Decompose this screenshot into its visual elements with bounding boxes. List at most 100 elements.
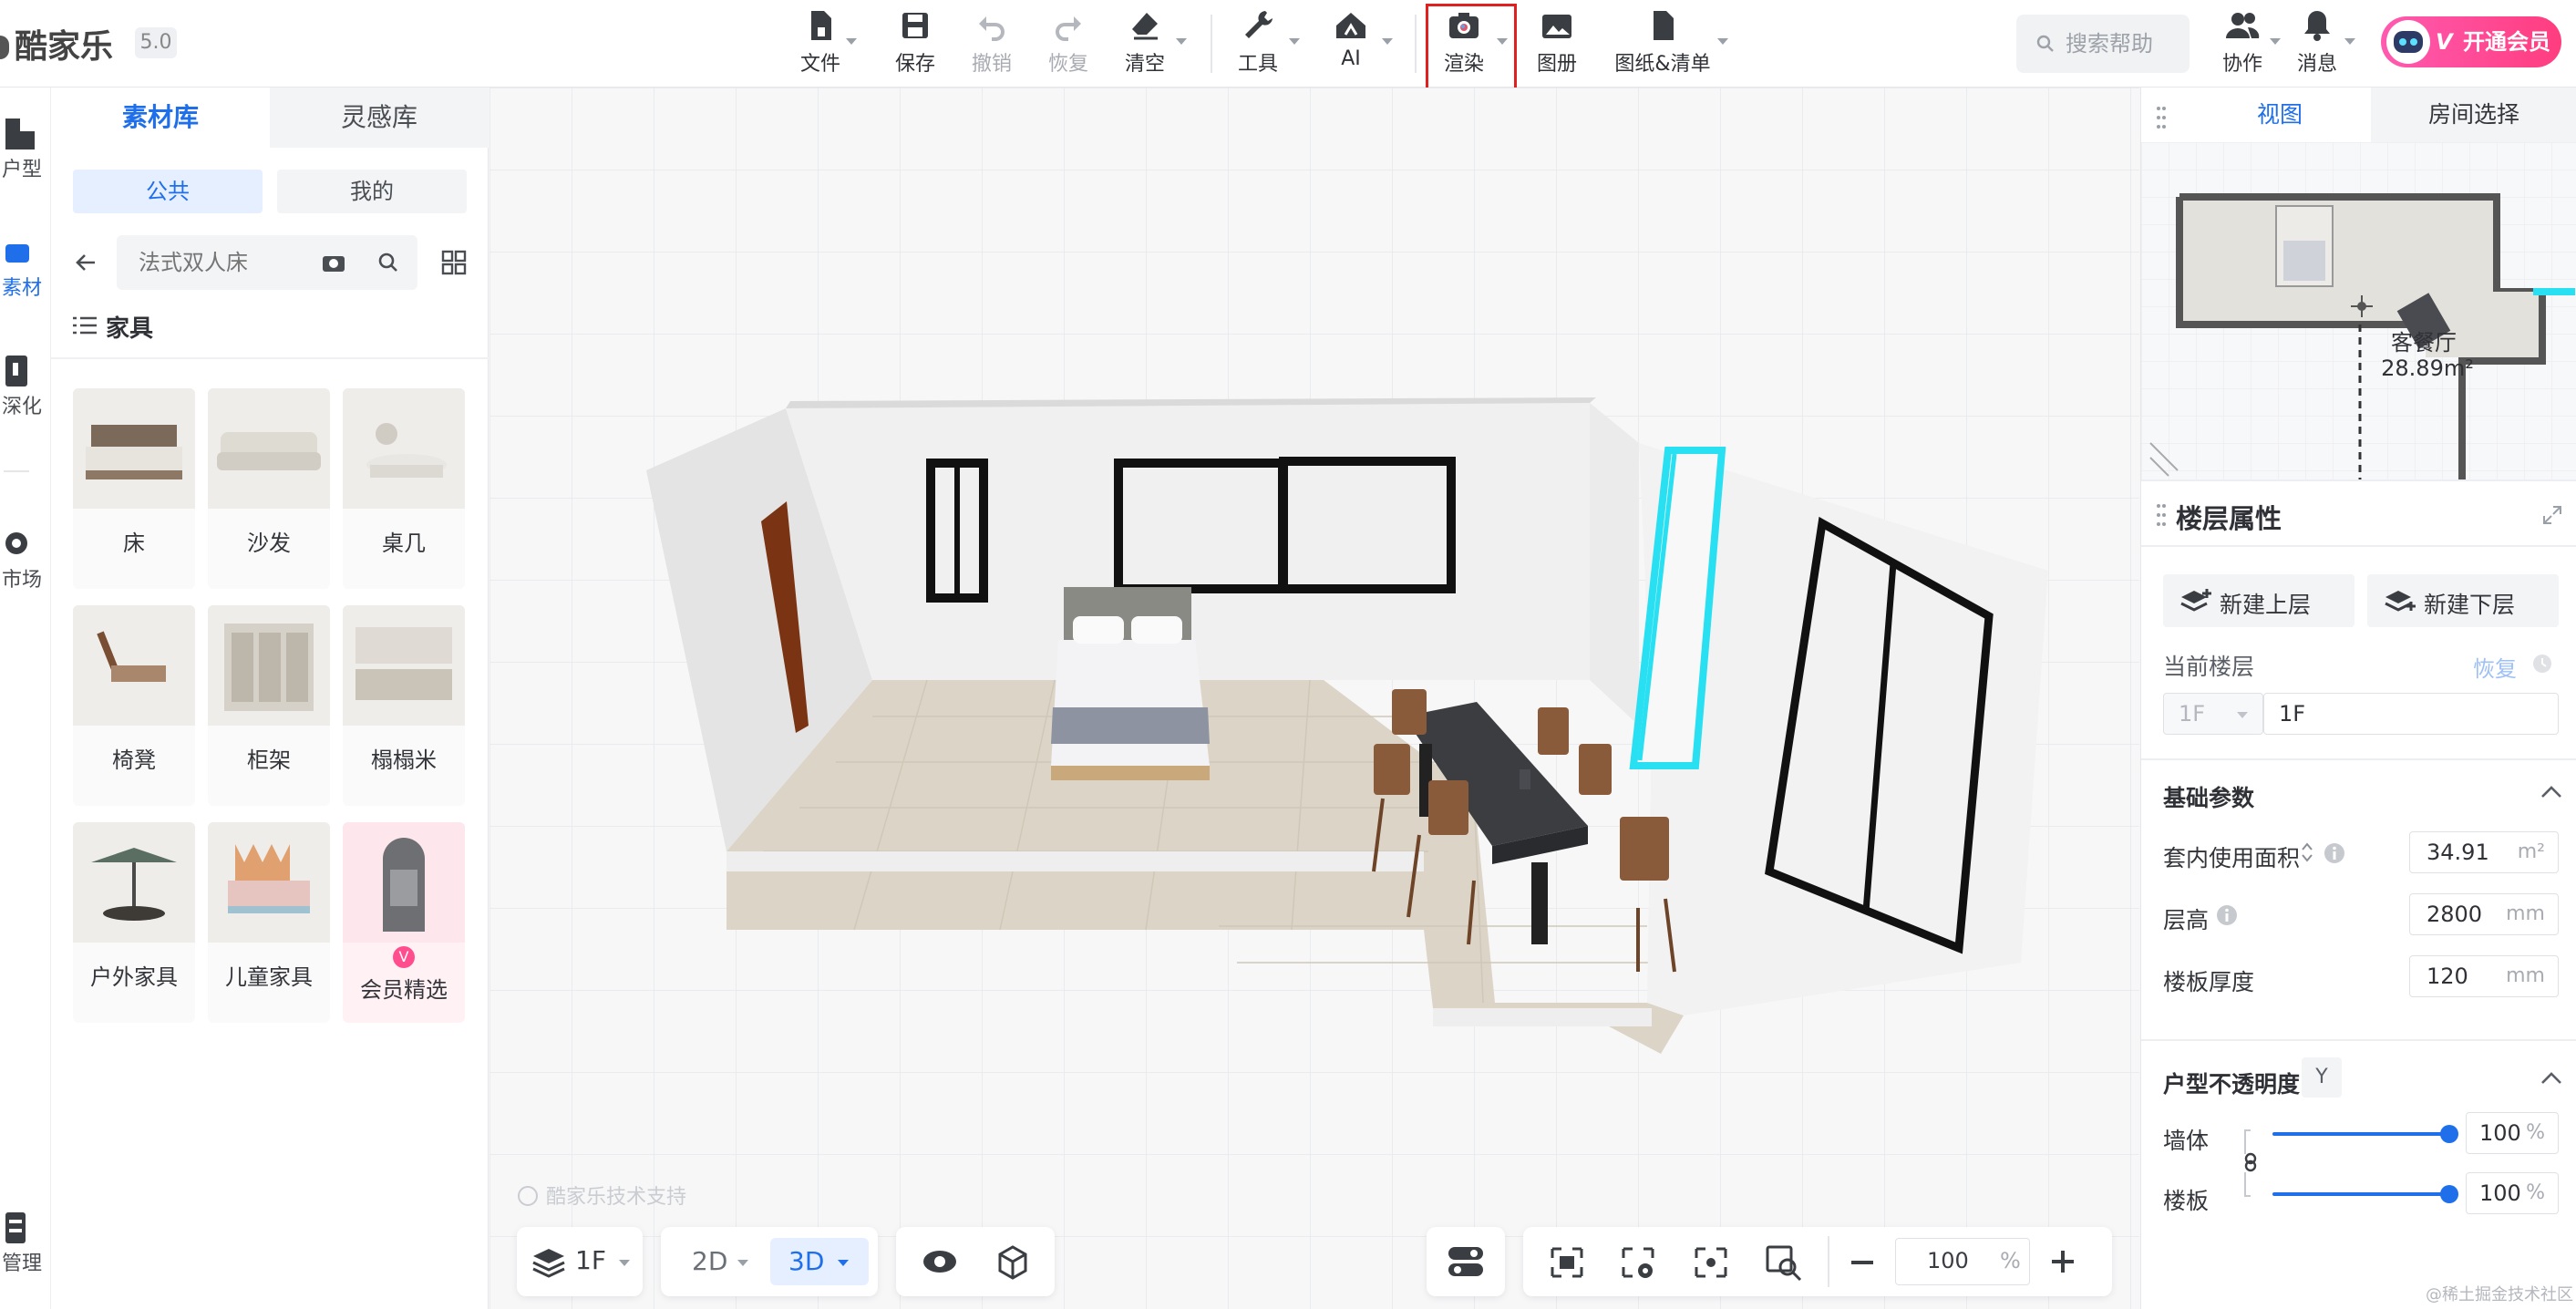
new-lower-floor-button[interactable]: 新建下层 — [2367, 574, 2559, 627]
messages-button[interactable]: 消息 — [2288, 7, 2355, 80]
vip-button[interactable]: V 开通会员 — [2381, 16, 2561, 67]
search-help-input[interactable]: 搜索帮助 — [2016, 15, 2190, 73]
grid-view-icon[interactable] — [441, 250, 467, 275]
mode-2d-label: 2D — [692, 1246, 728, 1276]
clock-icon — [2533, 654, 2551, 673]
expand-icon[interactable] — [2542, 505, 2562, 525]
wall-opacity-slider[interactable] — [2272, 1132, 2449, 1136]
floor-number-select[interactable]: 1F — [2163, 693, 2263, 735]
scope-mine[interactable]: 我的 — [277, 170, 467, 213]
mode-2d-button[interactable]: 2D — [672, 1238, 763, 1285]
tab-inspiration-library[interactable]: 灵感库 — [270, 88, 489, 148]
opacity-shortcut-badge: Y — [2302, 1057, 2342, 1098]
camera-icon — [1449, 13, 1479, 38]
height-input[interactable]: 2800 mm — [2409, 893, 2559, 935]
drag-handle-icon[interactable] — [2156, 106, 2167, 129]
eye-icon[interactable] — [922, 1245, 958, 1278]
ai-button[interactable]: AI — [1322, 7, 1393, 80]
scene-canvas[interactable]: 酷家乐技术支持 — [489, 88, 2139, 1309]
tab-room-select[interactable]: 房间选择 — [2371, 88, 2576, 142]
rail-item-market[interactable]: 市场 — [0, 525, 51, 593]
cube-icon[interactable] — [994, 1243, 1031, 1280]
search-icon[interactable] — [377, 252, 399, 273]
opacity-title: 户型不透明度 — [2163, 1071, 2301, 1098]
slab-opacity-input[interactable]: 100% — [2466, 1172, 2559, 1214]
zoom-region-icon[interactable] — [1764, 1243, 1804, 1282]
divider — [2141, 1039, 2576, 1041]
watermark-text: 酷家乐技术支持 — [546, 1186, 686, 1209]
list-item-bed[interactable]: 床 — [73, 388, 195, 589]
rail-item-deepen[interactable]: 深化 — [0, 352, 51, 419]
area-input[interactable]: 34.91 m² — [2409, 831, 2559, 873]
focus-icon[interactable] — [1693, 1245, 1729, 1280]
new-upper-floor-button[interactable]: 新建上层 — [2163, 574, 2354, 627]
left-rail: 户型 素材 深化 市场 管理 — [0, 88, 51, 1309]
undo-icon — [979, 16, 1005, 41]
app-logo-text: 酷家乐 — [15, 28, 114, 66]
restore-link[interactable]: 恢复 — [2473, 651, 2517, 683]
collab-button[interactable]: 协作 — [2213, 7, 2281, 80]
tools-button[interactable]: 工具 — [1229, 7, 1300, 80]
rail-item-manage[interactable]: 管理 — [0, 1209, 51, 1276]
sofa-icon — [5, 244, 29, 263]
list-item-cabinet[interactable]: 柜架 — [208, 605, 330, 806]
drawings-button[interactable]: 图纸&清单 — [1608, 7, 1728, 80]
slab-opacity-slider[interactable] — [2272, 1192, 2449, 1196]
redo-icon — [1056, 16, 1081, 41]
render-button[interactable]: 渲染 — [1435, 7, 1508, 80]
redo-button[interactable]: 恢复 — [1039, 7, 1097, 80]
footer-watermark: @稀土掘金技术社区 — [2426, 1285, 2573, 1304]
app-root: { "app": {"logo": "酷家乐", "version": "5.0… — [0, 0, 2576, 1309]
tab-view[interactable]: 视图 — [2189, 88, 2371, 142]
sort-icon[interactable] — [2300, 840, 2314, 864]
tab-material-library[interactable]: 素材库 — [51, 88, 270, 148]
list-item-chair[interactable]: 椅凳 — [73, 605, 195, 806]
settings-toggle[interactable] — [1427, 1227, 1505, 1296]
floor-selector[interactable]: 1F — [517, 1227, 643, 1296]
save-button[interactable]: 保存 — [886, 7, 944, 80]
list-item-table[interactable]: 桌几 — [343, 388, 465, 589]
rail-material-label: 素材 — [1, 277, 42, 300]
file-button[interactable]: 文件 — [791, 7, 857, 80]
rail-item-floorplan[interactable]: 户型 — [0, 115, 51, 182]
clear-button[interactable]: 清空 — [1116, 7, 1187, 80]
fit-view-icon[interactable] — [1549, 1245, 1585, 1280]
3d-viewport[interactable]: 酷家乐技术支持 1F 2D 3D 100 % — [489, 88, 2139, 1309]
version-badge: 5.0 — [135, 27, 177, 58]
wall-opacity-input[interactable]: 100% — [2466, 1112, 2559, 1154]
chevron-down-icon — [1497, 38, 1508, 45]
new-lower-label: 新建下层 — [2424, 592, 2516, 618]
list-item-tatami[interactable]: 榻榻米 — [343, 605, 465, 806]
list-item-vip-picks[interactable]: V 会员精选 — [343, 822, 465, 1023]
floor-name-input[interactable]: 1F — [2263, 693, 2559, 735]
camera-search-icon[interactable] — [321, 252, 346, 273]
link-icon[interactable] — [2241, 1127, 2260, 1200]
rail-item-material[interactable]: 素材 — [0, 233, 51, 301]
album-button[interactable]: 图册 — [1528, 7, 1586, 80]
zoom-in-icon[interactable] — [2048, 1247, 2077, 1276]
minimap[interactable]: 客餐厅 28.89m² — [2141, 142, 2576, 479]
chevron-up-icon[interactable] — [2540, 784, 2562, 799]
clear-label: 清空 — [1124, 53, 1165, 76]
view-settings-icon[interactable] — [1620, 1245, 1656, 1280]
list-item-sofa[interactable]: 沙发 — [208, 388, 330, 589]
category-title: 家具 — [106, 315, 154, 343]
card-label: 沙发 — [247, 531, 291, 556]
undo-button[interactable]: 撤销 — [963, 7, 1021, 80]
mode-3d-button[interactable]: 3D — [770, 1238, 869, 1285]
chevron-up-icon[interactable] — [2540, 1070, 2562, 1085]
back-arrow-icon[interactable] — [73, 250, 98, 275]
slab-slider-handle[interactable] — [2440, 1185, 2458, 1203]
list-item-kids[interactable]: 儿童家具 — [208, 822, 330, 1023]
list-item-outdoor[interactable]: 户外家具 — [73, 822, 195, 1023]
material-search-input[interactable] — [117, 235, 317, 290]
card-label: 柜架 — [247, 747, 291, 773]
wall-slider-handle[interactable] — [2440, 1125, 2458, 1143]
slab-input[interactable]: 120 mm — [2409, 955, 2559, 997]
scope-public[interactable]: 公共 — [73, 170, 263, 213]
zoom-input[interactable]: 100 % — [1895, 1238, 2030, 1285]
zoom-out-icon[interactable] — [1848, 1249, 1877, 1276]
new-upper-label: 新建上层 — [2220, 592, 2312, 618]
drag-handle-icon[interactable] — [2156, 503, 2167, 527]
category-divider — [51, 357, 489, 359]
